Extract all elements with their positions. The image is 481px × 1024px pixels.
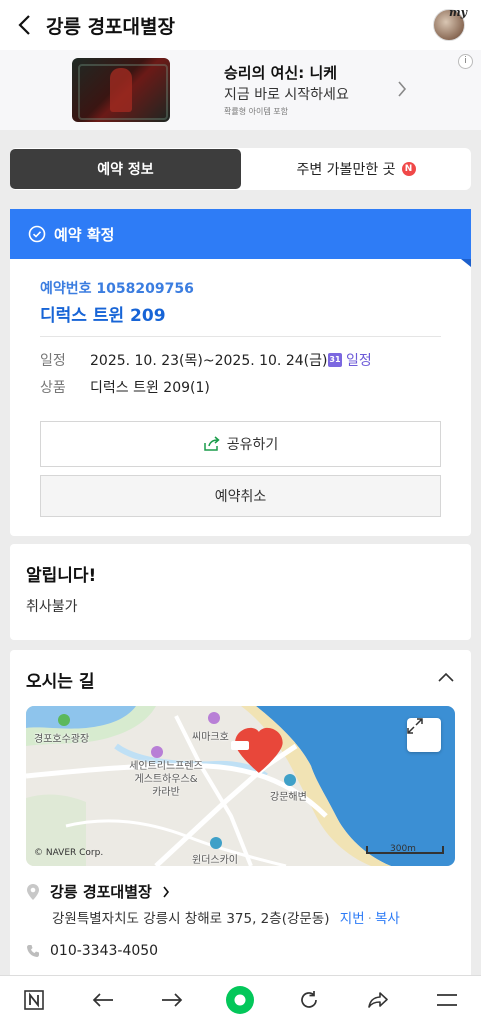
map-label-guesthouse: 세인트리느프렌즈 게스트하우스& 카라반 <box>129 761 203 798</box>
back-button[interactable] <box>2 0 46 50</box>
ad-note: 확률형 아이템 포함 <box>224 107 288 116</box>
address-line: 강원특별자치도 강릉시 창해로 375, 2층(강문동) 지번 · 복사 <box>52 911 400 927</box>
status-text: 예약 확정 <box>54 225 115 244</box>
reservation-card: 예약 확정 예약번호 1058209756 디럭스 트윈 209 일정 2025… <box>10 209 471 536</box>
ad-banner[interactable]: 승리의 여신: 니케 지금 바로 시작하세요 확률형 아이템 포함 i <box>0 50 481 130</box>
naver-home-button[interactable] <box>14 980 54 1020</box>
avatar-label: my <box>448 6 467 19</box>
map-label-sky: 윈더스카이 <box>192 855 238 866</box>
product-label: 상품 <box>40 380 66 396</box>
place-row[interactable]: 강릉 경포대별장 <box>26 881 170 902</box>
share-page-button[interactable] <box>358 980 398 1020</box>
tab-bar: 예약 정보 주변 가볼만한 곳 N <box>10 148 471 190</box>
address-text: 강원특별자치도 강릉시 창해로 375, 2층(강문동) <box>52 911 330 927</box>
lot-address-link[interactable]: 지번 <box>340 911 365 927</box>
refresh-icon <box>301 991 318 1008</box>
ad-image[interactable] <box>72 58 170 122</box>
chevron-up-icon[interactable] <box>437 672 455 683</box>
share-arrow-icon <box>368 992 388 1008</box>
map-copyright: © NAVER Corp. <box>34 848 104 858</box>
share-icon <box>203 436 220 451</box>
ad-subtitle: 지금 바로 시작하세요 <box>224 87 349 103</box>
tab-reservation-info[interactable]: 예약 정보 <box>10 149 241 189</box>
add-to-calendar-link[interactable]: 31 일정 <box>328 350 372 370</box>
tab-nearby-label: 주변 가볼만한 곳 <box>296 162 396 178</box>
chevron-right-icon[interactable] <box>397 80 407 98</box>
map-label-mart: 씨마크호 <box>192 732 229 743</box>
notice-card: 알립니다! 취사불가 <box>10 544 471 640</box>
nav-back-button[interactable] <box>83 980 123 1020</box>
chevron-left-icon <box>18 15 30 35</box>
check-circle-icon <box>28 225 46 243</box>
divider <box>40 336 441 337</box>
map-label-beach: 강문해변 <box>270 792 307 803</box>
hamburger-menu-icon <box>436 994 457 1006</box>
location-map[interactable]: 경포호수광장 씨마크호 세인트리느프렌즈 게스트하우스& 카라반 강문해변 윈더… <box>26 706 455 866</box>
notice-body: 취사불가 <box>26 599 78 615</box>
ad-info-icon[interactable]: i <box>458 54 473 69</box>
date-value: 2025. 10. 23(목)~2025. 10. 24(금) <box>90 353 328 369</box>
phone-icon <box>27 945 39 957</box>
map-canvas <box>26 706 455 866</box>
arrow-right-icon <box>161 993 182 1007</box>
reservation-number: 예약번호 1058209756 <box>40 281 194 297</box>
date-label: 일정 <box>40 353 66 369</box>
green-dot-button[interactable] <box>220 980 260 1020</box>
map-expand-button[interactable] <box>407 718 441 752</box>
calendar-icon: 31 <box>328 353 342 367</box>
phone-number[interactable]: 010-3343-4050 <box>50 943 158 959</box>
directions-title: 오시는 길 <box>26 672 95 692</box>
map-label-park: 경포호수광장 <box>34 734 90 745</box>
location-pin-icon <box>27 883 39 900</box>
new-badge: N <box>401 162 416 176</box>
refresh-button[interactable] <box>289 980 329 1020</box>
green-dot-icon <box>226 986 255 1014</box>
menu-button[interactable] <box>427 980 467 1020</box>
notice-title: 알립니다! <box>26 566 97 586</box>
page-title: 강릉 경포대별장 <box>46 15 175 38</box>
room-name: 디럭스 트윈 209 <box>40 306 166 326</box>
copy-address-link[interactable]: 복사 <box>375 911 400 927</box>
nav-forward-button[interactable] <box>152 980 192 1020</box>
arrow-left-icon <box>92 993 114 1007</box>
status-banner: 예약 확정 <box>10 209 471 267</box>
share-button[interactable]: 공유하기 <box>40 421 441 467</box>
map-scale-label: 300m <box>390 844 416 854</box>
bottom-nav-bar <box>0 975 481 1024</box>
app-header: 강릉 경포대별장 my <box>0 0 481 50</box>
chevron-right-icon <box>163 886 169 897</box>
tab-nearby-places[interactable]: 주변 가볼만한 곳 N <box>241 149 471 189</box>
ad-title: 승리의 여신: 니케 <box>224 64 338 82</box>
product-value: 디럭스 트윈 209(1) <box>90 380 210 396</box>
calendar-link-label: 일정 <box>346 353 372 369</box>
naver-n-icon <box>24 990 45 1010</box>
place-name[interactable]: 강릉 경포대별장 <box>50 881 152 902</box>
phone-row[interactable]: 010-3343-4050 <box>26 943 158 959</box>
cancel-reservation-button[interactable]: 예약취소 <box>40 475 441 517</box>
share-button-label: 공유하기 <box>226 437 279 453</box>
expand-icon <box>407 718 423 734</box>
directions-card: 오시는 길 경포호수광장 씨마크호 세인트리느프렌즈 게스트하우스& 카라반 강… <box>10 650 471 980</box>
